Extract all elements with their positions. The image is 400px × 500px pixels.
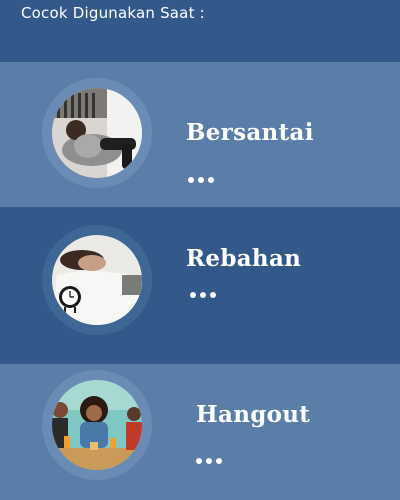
- bersantai-photo-icon: [52, 88, 142, 178]
- activity-item-hangout[interactable]: Hangout: [0, 364, 400, 500]
- more-dots-icon[interactable]: [190, 292, 216, 298]
- more-dots-icon[interactable]: [188, 177, 214, 183]
- activity-label: Hangout: [196, 401, 311, 428]
- activity-label: Rebahan: [186, 245, 302, 272]
- activity-label: Bersantai: [186, 119, 314, 146]
- activity-item-rebahan[interactable]: Rebahan: [0, 207, 400, 364]
- activity-list-screen: Cocok Digunakan Saat : Bersantai Rebahan…: [0, 0, 400, 500]
- rebahan-photo-icon: [52, 235, 142, 325]
- hangout-photo-icon: [52, 380, 142, 470]
- section-title: Cocok Digunakan Saat :: [21, 4, 205, 22]
- activity-item-bersantai[interactable]: Bersantai: [0, 62, 400, 207]
- section-header: Cocok Digunakan Saat :: [0, 0, 400, 62]
- more-dots-icon[interactable]: [196, 458, 222, 464]
